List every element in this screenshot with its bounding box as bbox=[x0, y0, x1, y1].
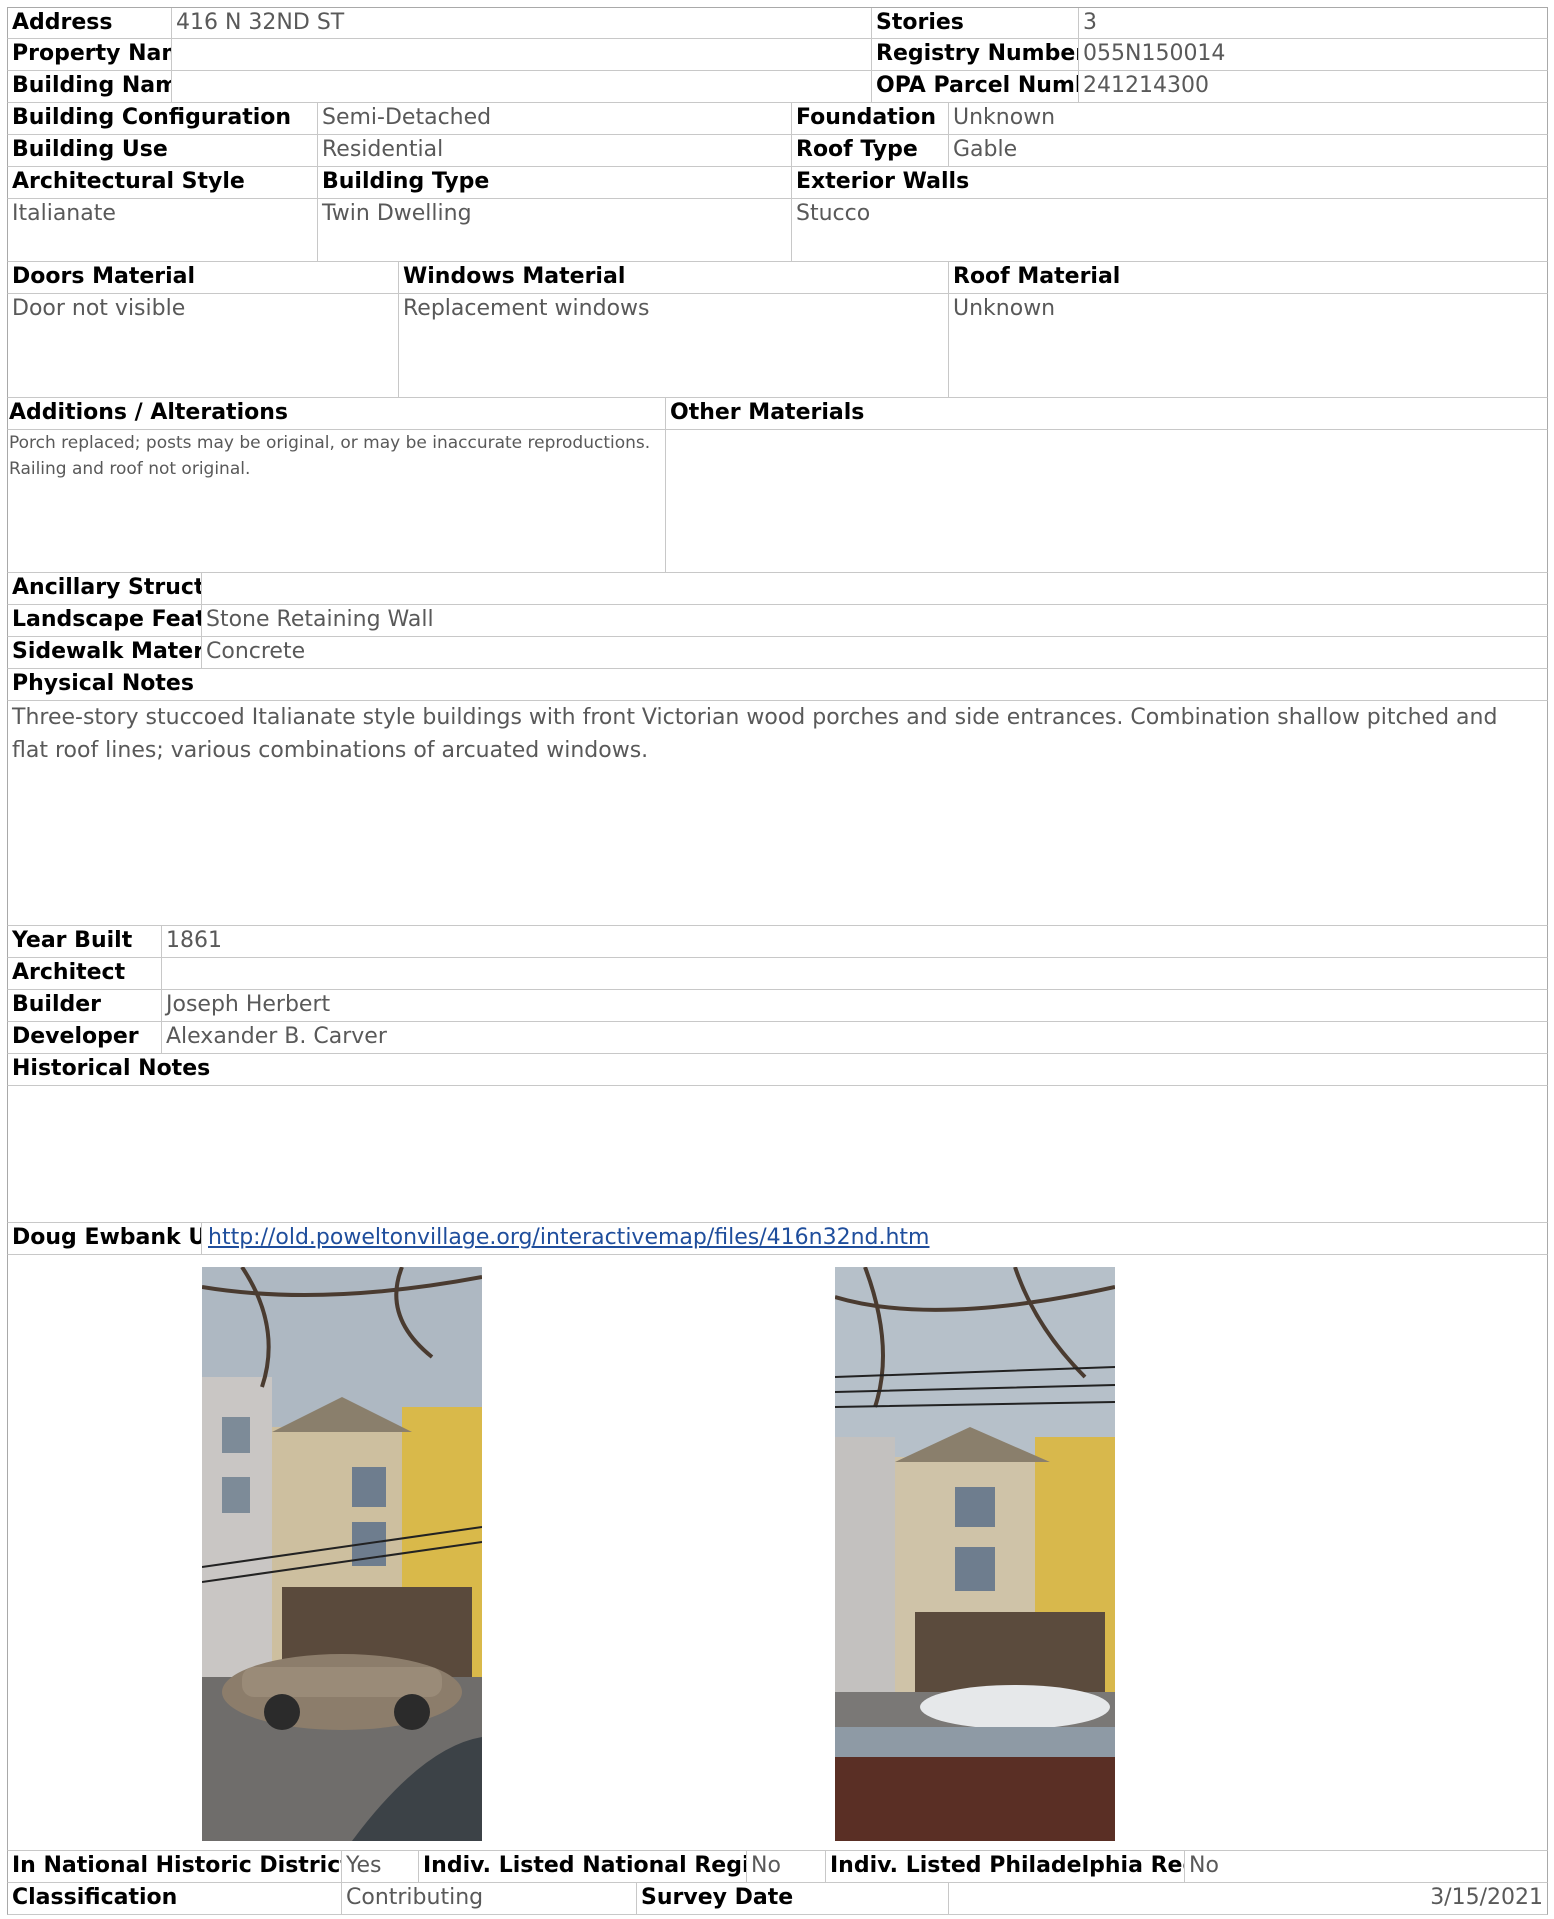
row-historical-text bbox=[7, 1086, 1548, 1223]
architectural-style-label: Architectural Style bbox=[12, 169, 245, 194]
historic-district-value: Yes bbox=[341, 1851, 418, 1882]
national-register-value: No bbox=[746, 1851, 825, 1882]
address-value: 416 N 32ND ST bbox=[171, 8, 871, 38]
other-materials-value bbox=[665, 430, 1547, 572]
architect-label: Architect bbox=[12, 960, 126, 985]
row-style-values: Italianate Twin Dwelling Stucco bbox=[7, 199, 1548, 262]
row-landscape: Landscape Features Stone Retaining Wall bbox=[7, 605, 1548, 637]
configuration-value: Semi-Detached bbox=[317, 103, 791, 134]
ewbank-url-link[interactable]: http://old.poweltonvillage.org/interacti… bbox=[208, 1225, 929, 1250]
philadelphia-register-label: Indiv. Listed Philadelphia Register bbox=[825, 1851, 1184, 1882]
developer-label: Developer bbox=[12, 1024, 139, 1049]
windows-material-value: Replacement windows bbox=[398, 294, 948, 397]
url-label: Doug Ewbank URL bbox=[12, 1225, 201, 1250]
row-register: In National Historic District Yes Indiv.… bbox=[7, 1851, 1548, 1883]
stories-value: 3 bbox=[1078, 8, 1547, 38]
building-photo-left bbox=[202, 1267, 482, 1841]
physical-notes-text: Three-story stuccoed Italianate style bu… bbox=[12, 705, 1498, 763]
row-physical-text: Three-story stuccoed Italianate style bu… bbox=[7, 701, 1548, 926]
row-building-use: Building Use Residential Roof Type Gable bbox=[7, 135, 1548, 167]
property-name-label: Property Name bbox=[12, 41, 171, 66]
opa-parcel-label: OPA Parcel Number bbox=[871, 71, 1078, 102]
builder-label: Builder bbox=[12, 992, 102, 1017]
row-alteration-values: Porch replaced; posts may be original, o… bbox=[7, 430, 1548, 573]
historical-notes-label: Historical Notes bbox=[12, 1056, 211, 1081]
classification-label: Classification bbox=[12, 1885, 178, 1910]
foundation-label: Foundation bbox=[791, 103, 948, 134]
roof-material-label: Roof Material bbox=[948, 262, 1547, 293]
row-style-headers: Architectural Style Building Type Exteri… bbox=[7, 167, 1548, 199]
stories-label: Stories bbox=[871, 8, 1078, 38]
building-use-label: Building Use bbox=[12, 137, 168, 162]
row-property-name: Property Name Registry Number 055N150014 bbox=[7, 39, 1548, 71]
historical-notes-text bbox=[8, 1086, 1547, 1222]
property-survey-form: Address 416 N 32ND ST Stories 3 Property… bbox=[7, 7, 1548, 1915]
row-configuration: Building Configuration Semi-Detached Fou… bbox=[7, 103, 1548, 135]
national-register-label: Indiv. Listed National Register bbox=[418, 1851, 746, 1882]
row-ancillary: Ancillary Structures bbox=[7, 573, 1548, 605]
ancillary-label: Ancillary Structures bbox=[12, 575, 201, 600]
configuration-label: Building Configuration bbox=[12, 105, 292, 130]
roof-material-value: Unknown bbox=[948, 294, 1547, 397]
classification-value: Contributing bbox=[341, 1883, 636, 1914]
other-materials-label: Other Materials bbox=[665, 398, 1547, 429]
row-developer: Developer Alexander B. Carver bbox=[7, 1022, 1548, 1054]
row-building-name: Building Name OPA Parcel Number 24121430… bbox=[7, 71, 1548, 103]
building-use-value: Residential bbox=[317, 135, 791, 166]
url-cell: http://old.poweltonvillage.org/interacti… bbox=[201, 1223, 1547, 1254]
physical-notes-label: Physical Notes bbox=[12, 671, 194, 696]
row-alteration-headers: Additions / Alterations Other Materials bbox=[7, 398, 1548, 430]
architectural-style-value: Italianate bbox=[12, 201, 116, 226]
sidewalk-label: Sidewalk Material bbox=[12, 639, 201, 664]
year-built-label: Year Built bbox=[12, 928, 133, 953]
property-name-value bbox=[171, 39, 871, 70]
historic-district-label: In National Historic District bbox=[12, 1853, 341, 1878]
doors-material-label: Doors Material bbox=[12, 264, 196, 289]
row-sidewalk: Sidewalk Material Concrete bbox=[7, 637, 1548, 669]
exterior-walls-label: Exterior Walls bbox=[791, 167, 1547, 198]
row-historical-header: Historical Notes bbox=[7, 1054, 1548, 1086]
ancillary-value bbox=[201, 573, 1547, 604]
survey-date-label: Survey Date bbox=[636, 1883, 948, 1914]
building-type-label: Building Type bbox=[317, 167, 791, 198]
building-photo-right bbox=[835, 1267, 1115, 1841]
roof-type-label: Roof Type bbox=[791, 135, 948, 166]
row-material-headers: Doors Material Windows Material Roof Mat… bbox=[7, 262, 1548, 294]
foundation-value: Unknown bbox=[948, 103, 1547, 134]
sidewalk-value: Concrete bbox=[201, 637, 1547, 668]
row-material-values: Door not visible Replacement windows Unk… bbox=[7, 294, 1548, 398]
building-name-value bbox=[171, 71, 871, 102]
building-name-label: Building Name bbox=[12, 73, 171, 98]
row-photos bbox=[7, 1255, 1548, 1851]
opa-parcel-value: 241214300 bbox=[1078, 71, 1547, 102]
address-label: Address bbox=[12, 10, 113, 35]
alterations-label: Additions / Alterations bbox=[9, 400, 288, 425]
row-physical-header: Physical Notes bbox=[7, 669, 1548, 701]
registry-number-label: Registry Number bbox=[871, 39, 1078, 70]
row-year-built: Year Built 1861 bbox=[7, 926, 1548, 958]
building-type-value: Twin Dwelling bbox=[317, 199, 791, 261]
windows-material-label: Windows Material bbox=[398, 262, 948, 293]
row-architect: Architect bbox=[7, 958, 1548, 990]
survey-date-value: 3/15/2021 bbox=[948, 1883, 1547, 1914]
row-address: Address 416 N 32ND ST Stories 3 bbox=[7, 7, 1548, 39]
landscape-label: Landscape Features bbox=[12, 607, 201, 632]
philadelphia-register-value: No bbox=[1184, 1851, 1547, 1882]
roof-type-value: Gable bbox=[948, 135, 1547, 166]
builder-value: Joseph Herbert bbox=[161, 990, 1547, 1021]
landscape-value: Stone Retaining Wall bbox=[201, 605, 1547, 636]
year-built-value: 1861 bbox=[161, 926, 1547, 957]
row-builder: Builder Joseph Herbert bbox=[7, 990, 1548, 1022]
alterations-text: Porch replaced; posts may be original, o… bbox=[9, 433, 651, 479]
registry-number-value: 055N150014 bbox=[1078, 39, 1547, 70]
developer-value: Alexander B. Carver bbox=[161, 1022, 1547, 1053]
row-url: Doug Ewbank URL http://old.poweltonvilla… bbox=[7, 1223, 1548, 1255]
row-classification: Classification Contributing Survey Date … bbox=[7, 1883, 1548, 1915]
exterior-walls-value: Stucco bbox=[791, 199, 1547, 261]
architect-value bbox=[161, 958, 1547, 989]
doors-material-value: Door not visible bbox=[12, 296, 186, 321]
